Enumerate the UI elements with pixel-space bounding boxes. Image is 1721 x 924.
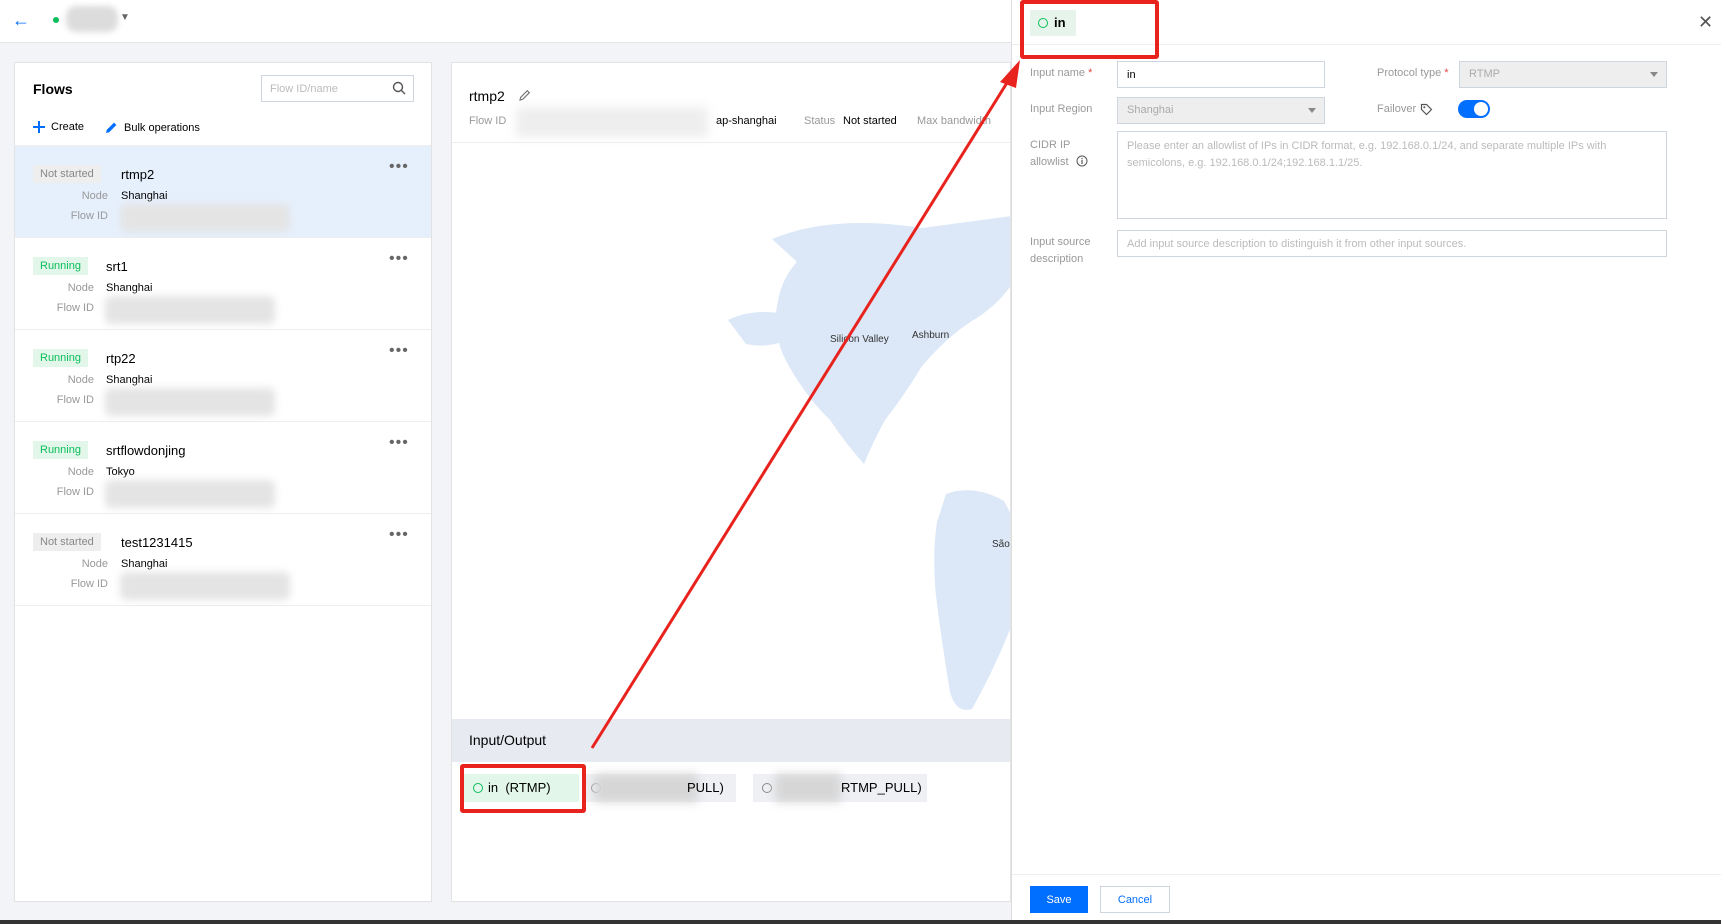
annotation-arrow — [590, 60, 1020, 749]
annotation-highlight-input-chip — [460, 764, 586, 813]
bottom-border — [0, 920, 1721, 924]
annotation-highlight-drawer-tag — [1020, 0, 1159, 59]
